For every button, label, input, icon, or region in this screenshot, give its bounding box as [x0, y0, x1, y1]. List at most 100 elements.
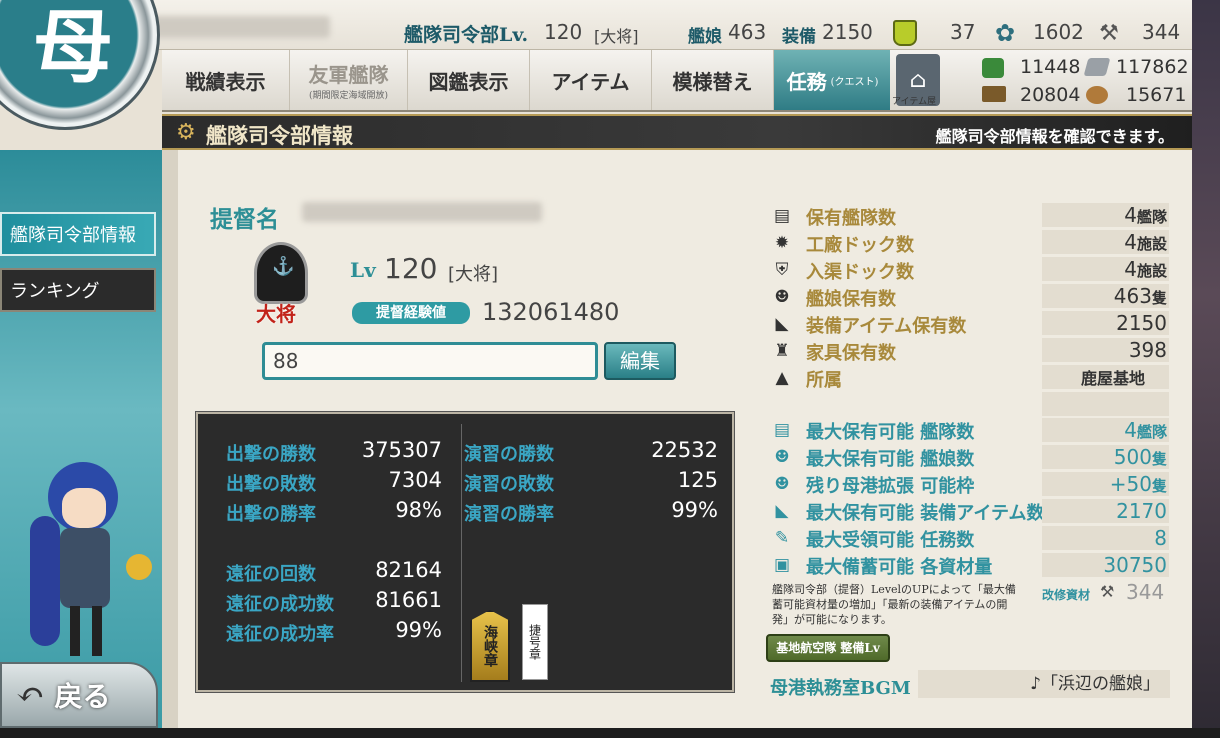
- top-status-bar: 艦隊司令部Lv. 120 [大将] 艦娘 463 装備 2150 37 ✿ 16…: [0, 0, 1192, 50]
- repair-docks-label: 入渠ドック数: [806, 262, 914, 283]
- screw-icon: ⚒: [1100, 582, 1115, 601]
- medal-sho-go[interactable]: 捷号章: [522, 604, 548, 680]
- fleets-unit: 艦隊: [1136, 208, 1167, 226]
- nav-label: アイテム: [551, 69, 630, 94]
- max-ships-unit: 隻: [1151, 450, 1167, 468]
- sortie-wins-value: 375307: [361, 438, 442, 462]
- dev-material-icon: ✿: [994, 19, 1016, 47]
- sidebar-item-label: ランキング: [10, 281, 100, 302]
- rank-emblem: ⚓ 大将: [250, 242, 312, 326]
- expedition-success-value: 81661: [375, 588, 442, 612]
- ships-owned-number: 463: [1113, 284, 1152, 308]
- lbas-maintenance-button[interactable]: 基地航空隊 整備Lv: [766, 634, 890, 662]
- hq-level-value: 120: [544, 20, 583, 44]
- nav-quest[interactable]: 任務 (クエスト): [774, 50, 892, 110]
- exercise-wins-label: 演習の勝数: [464, 444, 554, 465]
- port-expand-value: +50隻: [1042, 472, 1169, 496]
- equip-count: 2150: [822, 20, 873, 44]
- nav-items[interactable]: アイテム: [530, 50, 652, 110]
- furniture-chair-icon: ♜: [774, 341, 790, 361]
- sortie-losses-label: 出撃の敗数: [226, 474, 316, 495]
- rank-badge-text: 大将: [256, 302, 296, 326]
- blurred-name-value: [302, 202, 542, 222]
- max-fleets-unit: 艦隊: [1136, 423, 1167, 441]
- sortie-wins-label: 出撃の勝数: [226, 444, 316, 465]
- max-ships-number: 500: [1113, 445, 1152, 469]
- hq-info-panel: 提督名 ⚓ 大将 Lv 120 [大将] 提督経験値 132061480 88 …: [162, 150, 1192, 728]
- fleets-label: 保有艦隊数: [806, 208, 896, 229]
- edit-button[interactable]: 編集: [604, 342, 676, 380]
- ships-owned-unit: 隻: [1151, 289, 1167, 307]
- bauxite-icon: [1086, 86, 1108, 104]
- port-emblem: 母: [0, 0, 160, 130]
- empty-row: [1042, 392, 1169, 416]
- bgm-select[interactable]: ♪「浜辺の艦娘」: [918, 670, 1170, 698]
- exp-badge: 提督経験値: [352, 302, 470, 324]
- sidebar-item-ranking[interactable]: ランキング: [0, 268, 156, 312]
- improvement-label: 改修資材: [1042, 588, 1091, 602]
- equip-label: 装備: [782, 27, 816, 47]
- nav-sublabel: (期間限定海域開放): [308, 91, 389, 101]
- section-header: ⚙ 艦隊司令部情報 艦隊司令部情報を確認できます。: [162, 114, 1192, 150]
- fleets-value: 4艦隊: [1042, 203, 1169, 227]
- shipgirl-icon: ☻: [774, 447, 790, 467]
- ammo-icon: [982, 86, 1006, 102]
- medal-strait[interactable]: 海峡章: [470, 610, 510, 682]
- nav-battle-record[interactable]: 戦績表示: [162, 50, 290, 110]
- back-label: 戻る: [54, 680, 111, 713]
- base-label: 所属: [806, 370, 842, 391]
- sidebar-item-hq-info[interactable]: 艦隊司令部情報: [0, 212, 156, 256]
- blurred-admiral-name: [140, 16, 330, 38]
- max-ships-value: 500隻: [1042, 445, 1169, 469]
- exercise-rate-value: 99%: [671, 498, 718, 522]
- game-screen: 艦隊司令部Lv. 120 [大将] 艦娘 463 装備 2150 37 ✿ 16…: [0, 0, 1192, 728]
- section-description: 艦隊司令部情報を確認できます。: [935, 127, 1174, 146]
- shipgirl-icon: ☻: [774, 287, 790, 307]
- build-docks-unit: 施設: [1136, 235, 1167, 253]
- screw-icon: ⚒: [1099, 20, 1119, 46]
- exercise-wins-value: 22532: [651, 438, 718, 462]
- nav-label: 戦績表示: [185, 69, 266, 94]
- ships-count: 463: [728, 20, 767, 44]
- quill-icon: ✎: [774, 528, 790, 548]
- furniture-label: 家具保有数: [806, 343, 896, 364]
- expedition-rate-label: 遠征の成功率: [226, 624, 334, 645]
- sortie-losses-value: 7304: [388, 468, 442, 492]
- section-title: 艦隊司令部情報: [206, 123, 353, 148]
- sortie-rate-label: 出撃の勝率: [226, 504, 316, 525]
- build-docks-number: 4: [1124, 230, 1137, 254]
- exercise-losses-value: 125: [677, 468, 718, 492]
- ammo-value: 20804: [1020, 84, 1081, 106]
- ships-label: 艦娘: [688, 27, 722, 47]
- repair-shield-icon: ⛨: [775, 260, 789, 280]
- max-equip-label: 最大保有可能 装備アイテム数: [806, 503, 1045, 524]
- sidebar: 艦隊司令部情報 ランキング ↶ 戻る: [0, 150, 162, 728]
- exercise-rate-label: 演習の勝率: [464, 504, 554, 525]
- devmat-count: 1602: [1033, 20, 1084, 44]
- nav-sublabel: (クエスト): [830, 76, 879, 88]
- shipgirl-icon: ☻: [774, 474, 790, 494]
- max-quests-label: 最大受領可能 任務数: [806, 530, 975, 551]
- nav-furniture[interactable]: 模様替え: [652, 50, 774, 110]
- back-button[interactable]: ↶ 戻る: [0, 662, 158, 728]
- base-factory-icon: ▲: [775, 368, 789, 388]
- nav-label: 友軍艦隊: [308, 63, 389, 87]
- admiral-name-label: 提督名: [210, 206, 279, 233]
- repair-docks-value: 4施設: [1042, 257, 1169, 281]
- back-arrow-icon: ↶: [16, 675, 45, 715]
- fuel-icon: [982, 58, 1004, 78]
- expedition-count-label: 遠征の回数: [226, 564, 316, 585]
- comment-input[interactable]: 88: [262, 342, 598, 380]
- fleets-number: 4: [1124, 203, 1137, 227]
- max-fleets-number: 4: [1124, 418, 1137, 442]
- nav-friend-fleet[interactable]: 友軍艦隊 (期間限定海域開放): [290, 50, 408, 110]
- storage-box-icon: ▣: [773, 555, 791, 575]
- port-expand-unit: 隻: [1151, 477, 1167, 495]
- fleet-icon: ▤: [773, 206, 791, 226]
- lv-label: Lv: [350, 258, 376, 282]
- max-resources-label: 最大備蓄可能 各資材量: [806, 557, 993, 578]
- nav-encyclopedia[interactable]: 図鑑表示: [408, 50, 530, 110]
- emblem-glyph-icon: 母: [33, 0, 113, 94]
- item-shop-label: アイテム屋: [892, 97, 937, 107]
- port-expand-label: 残り母港拡張 可能枠: [806, 476, 975, 497]
